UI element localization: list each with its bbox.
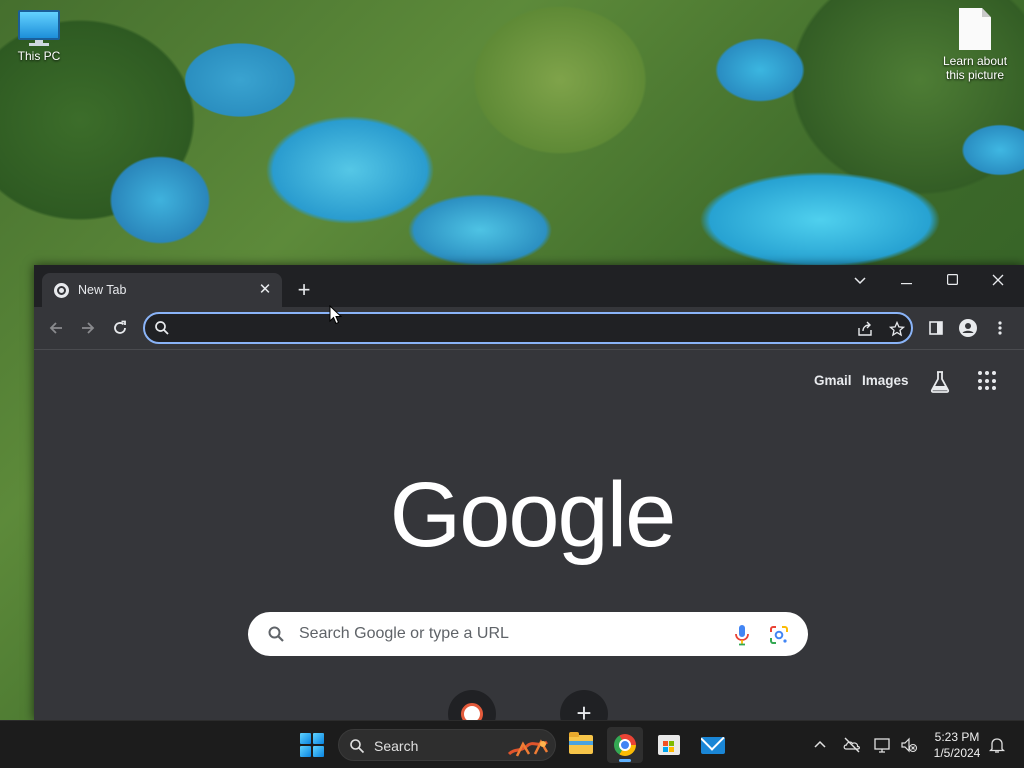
browser-toolbar — [34, 307, 1024, 349]
tab-title: New Tab — [78, 283, 127, 297]
desktop-icon-label: Learn about this picture — [942, 54, 1008, 82]
mail-icon — [701, 737, 725, 754]
taskbar-search-label: Search — [374, 738, 419, 754]
ntp-search-box[interactable] — [248, 612, 808, 656]
images-link[interactable]: Images — [862, 373, 909, 388]
share-button[interactable] — [855, 319, 875, 339]
active-app-indicator — [619, 759, 631, 762]
chrome-window: New Tab ✕ + Gmail Images Google Search G… — [34, 265, 1024, 720]
document-icon — [959, 8, 991, 50]
gmail-link[interactable]: Gmail — [814, 373, 852, 388]
minimize-icon — [900, 283, 912, 285]
windows-logo-icon — [300, 733, 311, 744]
reload-icon — [114, 320, 126, 334]
maximize-button[interactable] — [930, 265, 974, 295]
taskbar-mail[interactable] — [695, 727, 731, 763]
close-icon — [992, 274, 1004, 286]
minimize-button[interactable] — [884, 265, 928, 295]
tab-strip[interactable]: New Tab ✕ + — [34, 265, 1024, 307]
mouse-cursor-icon — [329, 305, 343, 325]
microphone-icon[interactable] — [732, 624, 752, 646]
desktop-icon-label: This PC — [17, 49, 61, 63]
share-icon — [858, 321, 872, 336]
clock-date: 1/5/2024 — [933, 746, 981, 760]
file-explorer-icon — [569, 732, 593, 754]
site-favicon-icon — [461, 703, 483, 720]
shortcut-tile[interactable] — [448, 690, 496, 720]
microsoft-store-icon — [658, 735, 680, 755]
taskbar-chrome[interactable] — [607, 727, 643, 763]
show-hidden-icons-chevron-up-icon[interactable] — [810, 735, 830, 755]
side-panel-icon — [929, 321, 943, 335]
taskbar-file-explorer[interactable] — [563, 727, 599, 763]
new-tab-button[interactable]: + — [292, 278, 316, 302]
google-logo: Google — [389, 464, 677, 566]
address-bar[interactable] — [143, 312, 913, 344]
desktop-icon-this-pc[interactable]: This PC — [2, 10, 76, 63]
profile-button[interactable] — [956, 316, 980, 340]
search-icon — [155, 321, 169, 335]
tab-search-button[interactable] — [838, 265, 882, 295]
profile-icon — [959, 319, 977, 337]
chrome-icon — [54, 282, 69, 298]
arrow-left-icon — [49, 322, 62, 334]
network-icon[interactable] — [873, 735, 893, 755]
forward-button[interactable] — [76, 316, 100, 340]
side-panel-button[interactable] — [924, 316, 948, 340]
google-lens-icon[interactable] — [768, 624, 790, 646]
menu-button[interactable] — [988, 316, 1012, 340]
google-apps-icon[interactable] — [978, 371, 998, 391]
ntp-search-input[interactable] — [299, 623, 719, 645]
taskbar: Search 5:23 PM 1/5/2024 — [0, 720, 1024, 768]
volume-muted-icon[interactable] — [899, 735, 919, 755]
chrome-icon — [614, 734, 636, 756]
close-window-button[interactable] — [976, 265, 1020, 295]
taskbar-clock[interactable]: 5:23 PM 1/5/2024 — [926, 729, 988, 761]
address-input[interactable] — [179, 318, 819, 338]
arrow-right-icon — [82, 322, 95, 334]
search-highlight-art-icon — [507, 739, 549, 757]
star-icon — [888, 320, 906, 337]
tab-new-tab[interactable]: New Tab ✕ — [42, 273, 282, 307]
start-button[interactable] — [300, 733, 324, 757]
taskbar-search-box[interactable]: Search — [338, 729, 556, 761]
plus-icon: + — [576, 698, 592, 720]
bookmark-button[interactable] — [887, 319, 907, 339]
back-button[interactable] — [44, 316, 68, 340]
desktop-icon-learn-about-picture[interactable]: Learn about this picture — [938, 8, 1012, 82]
notification-bell-icon[interactable] — [987, 735, 1007, 755]
chevron-down-icon — [854, 277, 866, 285]
reload-button[interactable] — [108, 316, 132, 340]
tab-close-icon[interactable]: ✕ — [256, 281, 274, 299]
more-vert-icon — [998, 321, 1002, 335]
taskbar-microsoft-store[interactable] — [651, 727, 687, 763]
new-tab-page: Gmail Images Google + — [34, 350, 1024, 720]
add-shortcut-button[interactable]: + — [560, 690, 608, 720]
maximize-icon — [946, 274, 958, 286]
clock-time: 5:23 PM — [934, 730, 980, 744]
onedrive-offline-icon[interactable] — [842, 735, 862, 755]
labs-icon[interactable] — [928, 370, 952, 394]
this-pc-icon — [18, 10, 60, 46]
search-icon — [268, 626, 284, 642]
search-icon — [350, 739, 365, 754]
